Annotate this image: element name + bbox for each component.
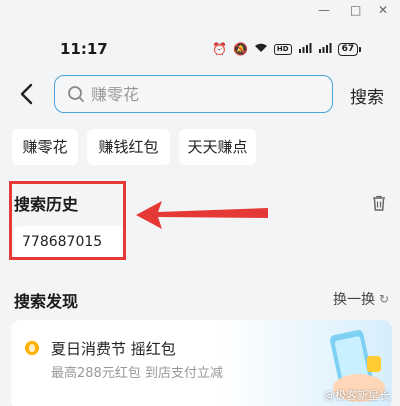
signal-5g-icon — [298, 42, 312, 56]
trash-icon[interactable] — [372, 195, 386, 211]
status-bar: 11:17 ⏰ 🔕 HD 67 — [0, 38, 400, 62]
hd-icon: HD — [273, 43, 292, 55]
suggestion-chip[interactable]: 赚零花 — [12, 129, 78, 165]
card-title: 夏日消费节 摇红包 — [51, 340, 176, 358]
search-icon — [68, 86, 84, 102]
status-icons: ⏰ 🔕 HD 67 — [212, 42, 361, 56]
search-button[interactable]: 搜索 — [350, 83, 384, 108]
window-controls: — □ ✕ — [0, 0, 400, 22]
search-box[interactable] — [54, 75, 333, 113]
discover-title: 搜索发现 — [14, 292, 79, 311]
wifi-icon — [254, 42, 268, 56]
refresh-button[interactable]: 换一换 ↻ — [333, 289, 389, 309]
hot-icon — [25, 341, 39, 355]
suggestion-chip[interactable]: 赚钱红包 — [87, 129, 170, 165]
close-button[interactable]: ✕ — [378, 3, 388, 17]
alarm-icon: ⏰ — [212, 42, 227, 56]
card-subtitle: 最高288元红包 到店支付立减 — [51, 366, 223, 381]
battery-icon: 67 — [337, 42, 361, 56]
back-button[interactable] — [14, 80, 42, 108]
restore-button[interactable]: □ — [350, 3, 361, 17]
suggestion-chip[interactable]: 天天赚点 — [179, 129, 256, 165]
signal-4g-icon — [318, 42, 332, 56]
chevron-left-icon — [20, 83, 33, 105]
status-time: 11:17 — [60, 40, 108, 58]
refresh-label: 换一换 — [333, 292, 375, 308]
refresh-icon: ↻ — [379, 292, 390, 306]
annotation-box — [9, 181, 126, 260]
watermark: @极客新星长 — [324, 389, 390, 402]
mute-icon: 🔕 — [232, 42, 248, 56]
annotation-arrow-icon — [136, 201, 268, 229]
search-input[interactable] — [91, 82, 321, 106]
minimize-button[interactable]: — — [318, 3, 330, 17]
